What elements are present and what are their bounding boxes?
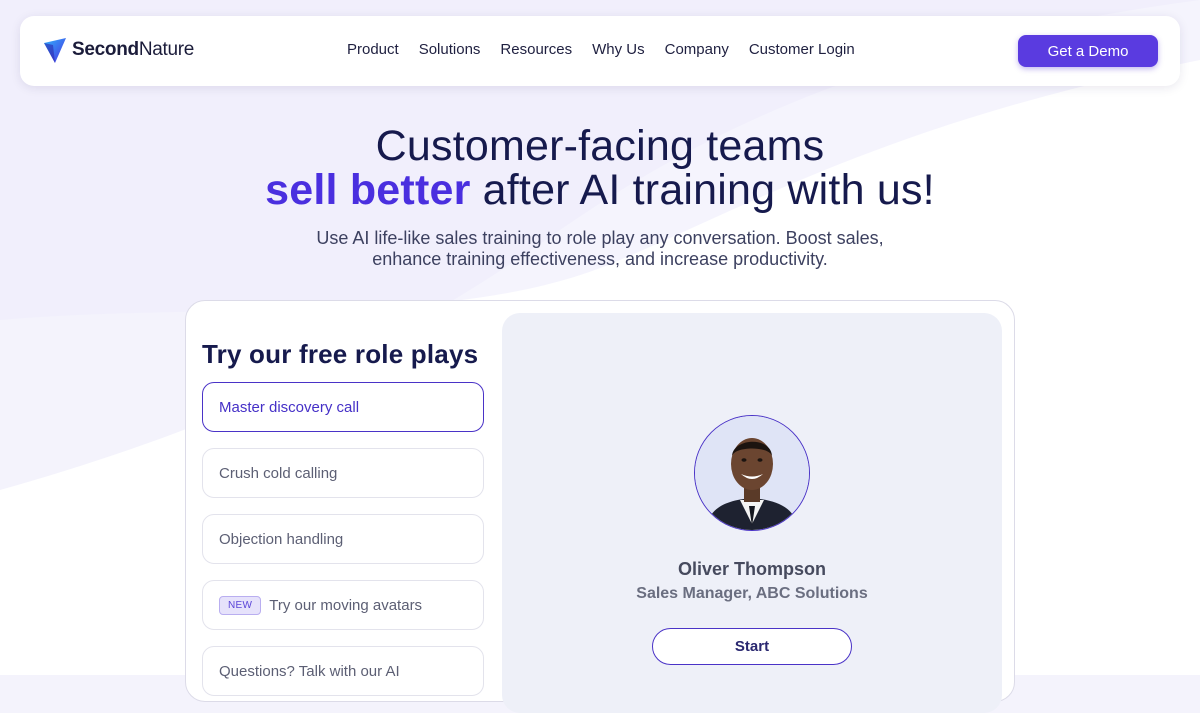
nav-product[interactable]: Product xyxy=(347,41,399,58)
nav-why-us[interactable]: Why Us xyxy=(592,41,645,58)
get-demo-button[interactable]: Get a Demo xyxy=(1018,35,1158,67)
nav-resources[interactable]: Resources xyxy=(500,41,572,58)
persona-panel: Oliver Thompson Sales Manager, ABC Solut… xyxy=(502,313,1002,713)
hero-title-highlight: sell better xyxy=(265,166,471,214)
persona-role: Sales Manager, ABC Solutions xyxy=(636,585,868,602)
nav-company[interactable]: Company xyxy=(665,41,729,58)
roleplay-option-label: Objection handling xyxy=(219,530,344,548)
hero-subtitle-line1: Use AI life-like sales training to role … xyxy=(316,228,884,248)
roleplay-card: Try our free role plays Master discovery… xyxy=(185,300,1015,713)
roleplay-title: Try our free role plays xyxy=(202,339,479,369)
persona-name: Oliver Thompson xyxy=(677,559,827,579)
nav-links: Product Solutions Resources Why Us Compa… xyxy=(347,41,875,58)
hero-title: Customer-facing teams sell better after … xyxy=(0,124,1200,212)
person-portrait-icon xyxy=(695,416,809,530)
logo[interactable]: SecondNature xyxy=(42,35,194,65)
persona-avatar xyxy=(694,415,810,531)
roleplay-option-avatars[interactable]: NEW Try our moving avatars xyxy=(202,580,484,630)
hero-section: Customer-facing teams sell better after … xyxy=(0,124,1200,270)
start-button[interactable]: Start xyxy=(652,628,852,665)
roleplay-option-label: Try our moving avatars xyxy=(269,596,423,614)
hero-subtitle-line2: enhance training effectiveness, and incr… xyxy=(372,249,828,269)
roleplay-option-discovery[interactable]: Master discovery call xyxy=(202,382,484,432)
logo-text: SecondNature xyxy=(72,39,195,60)
roleplay-option-cold-calling[interactable]: Crush cold calling xyxy=(202,448,484,498)
roleplay-option-questions[interactable]: Questions? Talk with our AI xyxy=(202,646,484,696)
nav-customer-login[interactable]: Customer Login xyxy=(749,41,855,58)
new-badge: NEW xyxy=(219,595,262,615)
hero-subtitle: Use AI life-like sales training to role … xyxy=(0,228,1200,270)
roleplay-option-label: Master discovery call xyxy=(219,398,360,416)
roleplay-option-label: Questions? Talk with our AI xyxy=(219,662,400,680)
roleplay-option-label: Crush cold calling xyxy=(219,464,338,482)
nav-solutions[interactable]: Solutions xyxy=(419,41,481,58)
hero-title-line1: Customer-facing teams xyxy=(375,122,825,170)
top-navbar: SecondNature Product Solutions Resources… xyxy=(20,16,1180,86)
hero-title-line2: after AI training with us! xyxy=(470,166,935,214)
logo-icon xyxy=(44,38,66,63)
roleplay-option-objection[interactable]: Objection handling xyxy=(202,514,484,564)
